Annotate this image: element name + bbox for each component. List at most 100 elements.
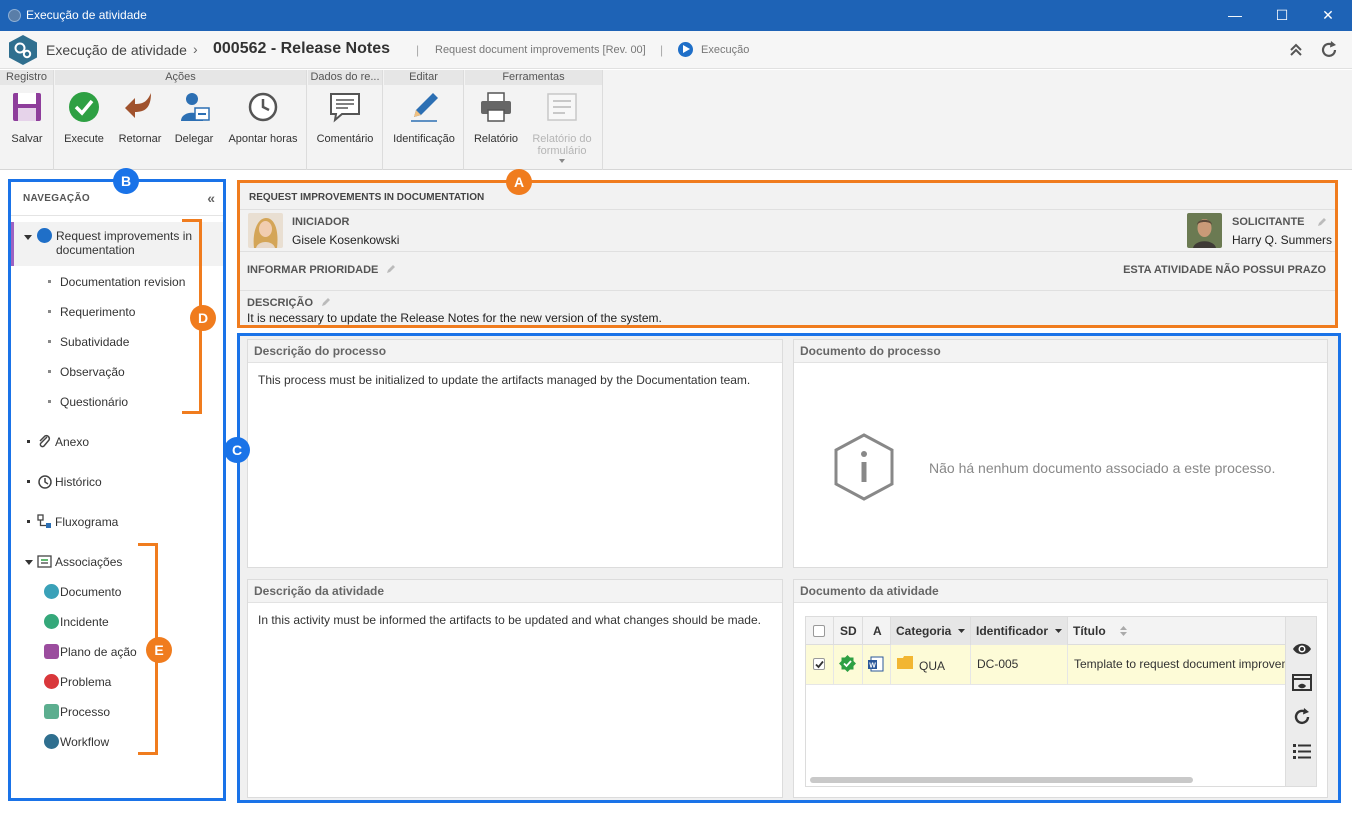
activity-content-area: Descrição do processo This process must … (237, 333, 1341, 803)
nav-assoc-problema[interactable]: Problema (11, 672, 223, 692)
titulo-cell: Template to request document improvement… (1068, 645, 1286, 685)
column-header-label: Categoria (896, 624, 952, 638)
identification-button[interactable]: Identificação (390, 90, 458, 145)
return-label: Retornar (118, 133, 162, 145)
report-button[interactable]: Relatório (471, 90, 521, 145)
ribbon-group-title: Ferramentas (465, 70, 602, 85)
horizontal-scrollbar[interactable] (810, 777, 1193, 783)
nav-assoc-processo[interactable]: Processo (11, 702, 223, 722)
identificador-value: DC-005 (977, 657, 1019, 671)
pencil-icon (411, 93, 438, 122)
select-all-column (806, 617, 834, 645)
nav-activity-label: Request improvements in documentation (56, 229, 192, 257)
nav-item-fluxograma[interactable]: Fluxograma (11, 512, 223, 532)
save-button[interactable]: Salvar (6, 90, 48, 145)
initiator-name: Gisele Kosenkowski (292, 233, 400, 247)
form-report-button[interactable]: Relatório do formulário (529, 90, 595, 163)
activity-info-panel: REQUEST IMPROVEMENTS IN DOCUMENTATION IN… (237, 180, 1338, 328)
nav-assoc-workflow[interactable]: Workflow (11, 732, 223, 752)
delegate-button[interactable]: Delegar (171, 90, 217, 145)
associations-icon (37, 555, 52, 568)
play-icon (37, 228, 52, 243)
ribbon-group-dados: Dados do re... Comentário (308, 70, 383, 170)
collapse-up-icon[interactable] (1285, 39, 1307, 61)
printer-icon (481, 92, 511, 122)
categoria-value: QUA (919, 659, 946, 673)
edit-pencil-icon[interactable] (321, 297, 331, 307)
refresh-icon[interactable] (1318, 39, 1340, 61)
process-document-card: Documento do processo Não há nenhum docu… (793, 339, 1328, 568)
edit-pencil-icon[interactable] (1317, 217, 1327, 227)
approved-seal-icon (839, 655, 856, 672)
process-name: Request document improvements [Rev. 00] (435, 44, 646, 56)
eye-icon[interactable] (1292, 639, 1312, 659)
collapse-panel-button[interactable]: « (207, 190, 215, 206)
maximize-button[interactable]: ☐ (1267, 4, 1297, 26)
divider (240, 290, 1335, 291)
nav-assoc-incidente[interactable]: Incidente (11, 612, 223, 632)
sort-both-icon (1120, 626, 1127, 636)
row-checkbox[interactable] (813, 658, 825, 670)
navigation-title: NAVEGAÇÃO (23, 193, 90, 204)
nav-assoc-plano-acao[interactable]: Plano de ação (11, 642, 223, 662)
ribbon-group-title: Registro (0, 70, 53, 85)
bullet (48, 400, 51, 403)
column-header-titulo[interactable]: Título (1068, 617, 1286, 645)
window-title: Execução de atividade (26, 8, 147, 22)
sd-cell (834, 645, 863, 685)
refresh-icon[interactable] (1292, 707, 1312, 727)
problem-icon (44, 674, 59, 689)
comment-icon (330, 93, 360, 123)
execute-label: Execute (64, 133, 104, 145)
page-title: 000562 - Release Notes (213, 40, 390, 57)
callout-d: D (190, 305, 216, 331)
softexpert-logo-icon (9, 35, 37, 65)
breadcrumb-app: Execução de atividade (46, 42, 187, 58)
history-clock-icon (38, 475, 52, 489)
preview-window-icon[interactable] (1292, 673, 1312, 693)
save-label: Salvar (11, 133, 43, 145)
initiator-label: INICIADOR (292, 216, 350, 228)
process-icon (44, 704, 59, 719)
select-all-checkbox[interactable] (813, 625, 825, 637)
comment-button[interactable]: Comentário (314, 90, 376, 145)
callout-b: B (113, 168, 139, 194)
info-hexagon-icon (834, 433, 894, 501)
nav-item-historico[interactable]: Histórico (11, 472, 223, 492)
ribbon-group-acoes: Ações Execute Retornar Delegar Apontar h… (55, 70, 307, 170)
minimize-button[interactable]: — (1220, 4, 1250, 26)
ribbon-group-editar: Editar Identificação (384, 70, 464, 170)
nav-subitem-label: Documentation revision (60, 275, 186, 289)
bullet (27, 480, 30, 483)
activity-description-card: Descrição da atividade In this activity … (247, 579, 783, 798)
flowchart-icon (37, 514, 51, 528)
ribbon-group-title: Ações (55, 70, 306, 85)
nav-anexo-label: Anexo (55, 435, 90, 449)
comment-label: Comentário (316, 133, 374, 145)
column-header-a[interactable]: A (863, 617, 891, 645)
nav-assoc-documento[interactable]: Documento (11, 582, 223, 602)
checkmark-icon (815, 660, 824, 669)
list-icon[interactable] (1292, 741, 1312, 761)
return-button[interactable]: Retornar (115, 90, 165, 145)
close-button[interactable]: ✕ (1313, 4, 1343, 26)
edit-pencil-icon[interactable] (386, 264, 396, 274)
no-document-message: Não há nenhum documento associado a este… (929, 460, 1276, 476)
workflow-icon (44, 734, 59, 749)
expand-triangle-icon (24, 235, 32, 240)
column-header-sd[interactable]: SD (834, 617, 863, 645)
card-title: Documento da atividade (794, 580, 1327, 603)
execute-button[interactable]: Execute (61, 90, 107, 145)
nav-item-anexo[interactable]: Anexo (11, 432, 223, 452)
column-header-categoria[interactable]: Categoria (891, 617, 971, 645)
folder-icon (897, 656, 913, 669)
form-report-icon (547, 93, 577, 121)
log-hours-button[interactable]: Apontar horas (225, 90, 301, 145)
column-header-identificador[interactable]: Identificador (971, 617, 1068, 645)
bullet (48, 310, 51, 313)
process-description-card: Descrição do processo This process must … (247, 339, 783, 568)
sort-down-icon (1055, 629, 1062, 633)
nav-item-associacoes[interactable]: Associações (11, 552, 223, 572)
nav-assoc-label: Problema (60, 675, 112, 689)
table-row[interactable]: W QUA DC-005 Template to request documen… (806, 645, 1286, 685)
